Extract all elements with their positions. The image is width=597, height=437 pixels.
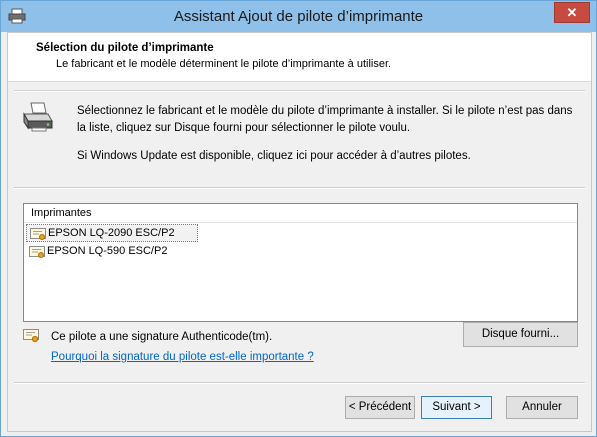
header-title: Sélection du pilote d’imprimante xyxy=(36,42,214,54)
separator xyxy=(14,187,585,189)
separator xyxy=(14,382,585,384)
wizard-content: Sélection du pilote d’imprimante Le fabr… xyxy=(7,32,592,432)
list-item-label: EPSON LQ-590 ESC/P2 xyxy=(47,245,168,257)
windows-update-text: Si Windows Update est disponible, clique… xyxy=(77,150,471,162)
printer-icon xyxy=(23,102,53,132)
signature-status: Ce pilote a une signature Authenticode(t… xyxy=(51,331,273,343)
have-disk-button[interactable]: Disque fourni... xyxy=(463,322,578,347)
certificate-icon xyxy=(23,329,39,343)
signature-info-link[interactable]: Pourquoi la signature du pilote est-elle… xyxy=(51,351,314,363)
list-item-label: EPSON LQ-2090 ESC/P2 xyxy=(48,227,175,239)
certificate-icon xyxy=(30,228,46,240)
close-button[interactable]: ✕ xyxy=(554,2,590,23)
title-bar[interactable]: Assistant Ajout de pilote d’imprimante ✕ xyxy=(1,1,596,32)
cancel-button[interactable]: Annuler xyxy=(506,396,578,419)
list-item[interactable]: EPSON LQ-2090 ESC/P2 xyxy=(26,224,198,242)
certificate-icon xyxy=(29,246,45,258)
list-item[interactable]: EPSON LQ-590 ESC/P2 xyxy=(26,243,196,261)
list-column-header[interactable]: Imprimantes xyxy=(24,204,577,223)
column-header-printers: Imprimantes xyxy=(31,207,92,219)
header-subtitle: Le fabricant et le modèle déterminent le… xyxy=(56,58,392,70)
intro-text: Sélectionnez le fabricant et le modèle d… xyxy=(77,105,573,134)
window-title: Assistant Ajout de pilote d’imprimante xyxy=(173,8,424,25)
wizard-window: Assistant Ajout de pilote d’imprimante ✕… xyxy=(0,0,597,437)
next-button[interactable]: Suivant > xyxy=(421,396,492,419)
printer-list[interactable]: Imprimantes EPSON LQ-2090 ESC/P2 EPSON L… xyxy=(23,203,578,322)
wizard-header: Sélection du pilote d’imprimante Le fabr… xyxy=(8,33,591,82)
previous-button[interactable]: < Précédent xyxy=(345,396,415,419)
separator xyxy=(14,90,585,92)
